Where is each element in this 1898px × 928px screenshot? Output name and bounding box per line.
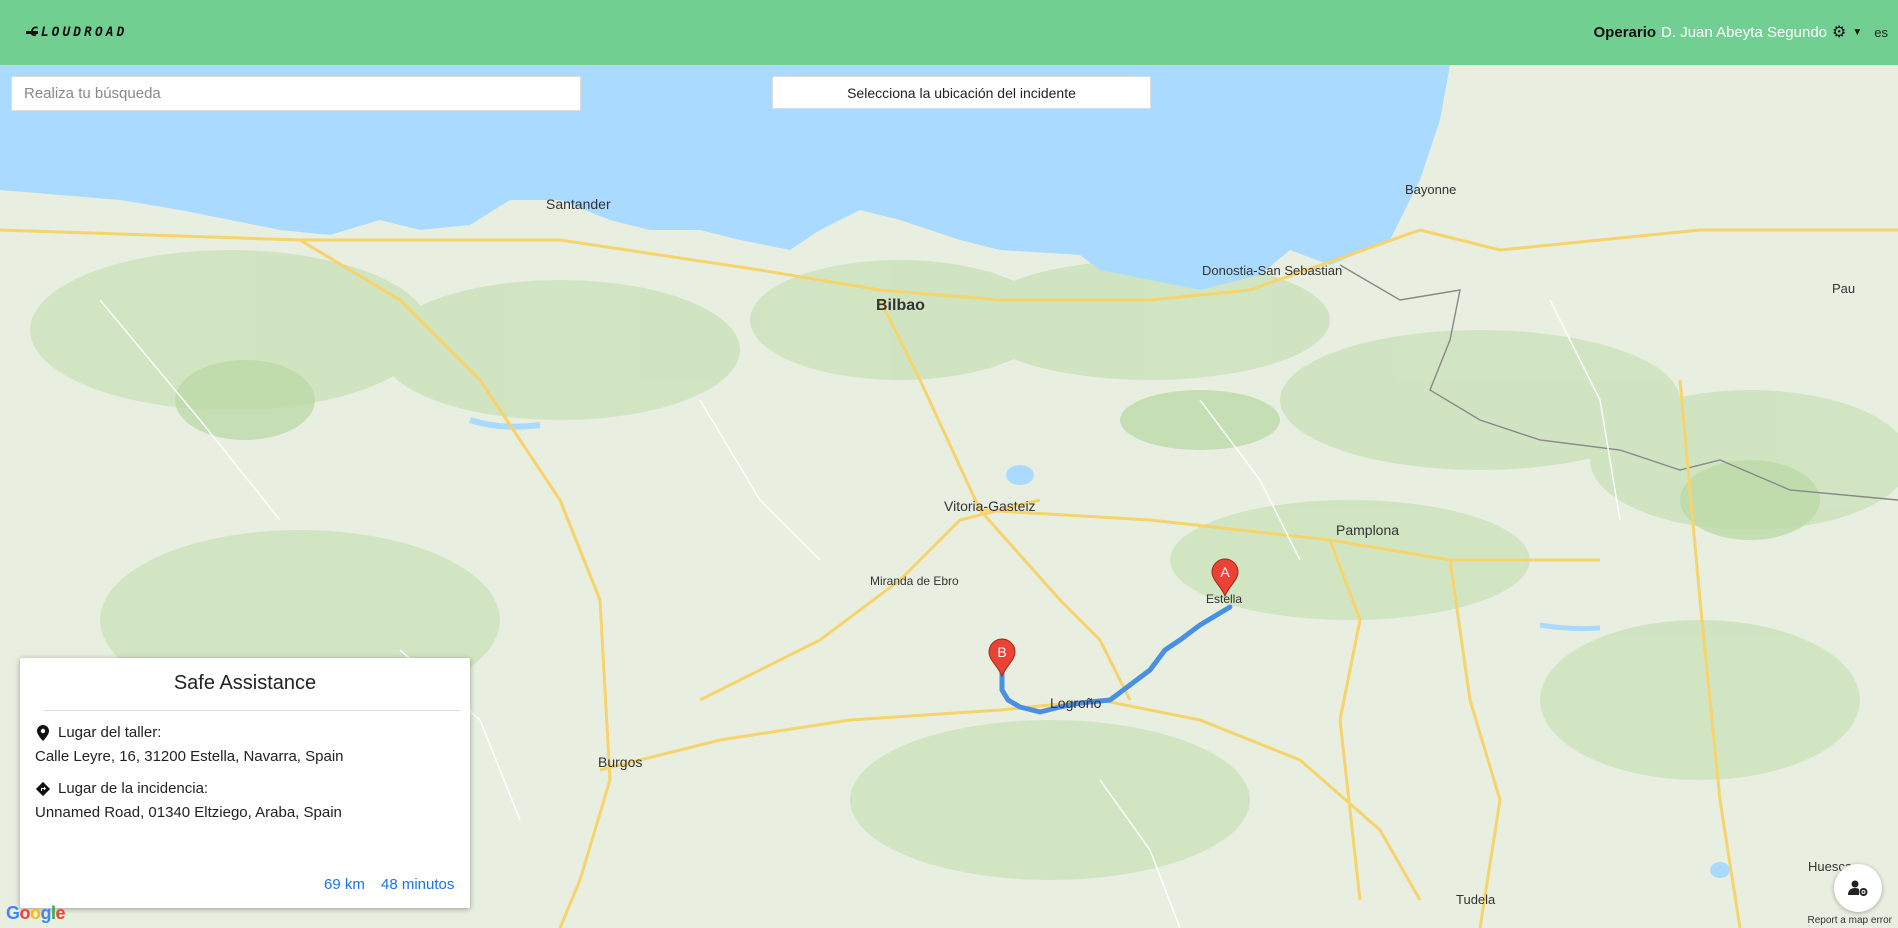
workshop-label-row: Lugar del taller:	[35, 724, 161, 741]
language-selector[interactable]: es	[1874, 25, 1888, 40]
city-label: Estella	[1206, 592, 1242, 606]
chevron-down-icon[interactable]: ▼	[1852, 27, 1862, 38]
google-logo[interactable]: Google	[6, 903, 66, 924]
city-label: Pau	[1832, 281, 1855, 296]
workshop-address: Calle Leyre, 16, 31200 Estella, Navarra,…	[35, 748, 344, 765]
cloudroad-logo[interactable]: CLOUDROAD	[26, 22, 128, 42]
city-label: Burgos	[598, 754, 642, 770]
city-label: Bilbao	[876, 297, 925, 314]
city-label: Santander	[546, 196, 611, 212]
city-label: Logroño	[1050, 695, 1102, 711]
route-distance: 69 km	[324, 876, 365, 893]
select-incident-location-button[interactable]: Selecciona la ubicación del incidente	[772, 76, 1151, 109]
incident-label: Lugar de la incidencia:	[58, 780, 209, 797]
directions-icon	[35, 781, 51, 797]
city-label: Donostia-San Sebastian	[1202, 263, 1342, 278]
city-label: Pamplona	[1336, 522, 1399, 538]
city-label: Vitoria-Gasteiz	[944, 498, 1036, 514]
top-bar: CLOUDROAD Operario D. Juan Abeyta Segund…	[0, 0, 1898, 65]
marker-b-label: B	[997, 644, 1006, 660]
map-pin-icon	[35, 724, 51, 741]
gear-icon[interactable]: ⚙	[1832, 22, 1846, 42]
user-role: Operario	[1593, 23, 1657, 41]
assistance-card: Safe Assistance Lugar del taller: Calle …	[20, 658, 470, 908]
workshop-label: Lugar del taller:	[58, 724, 162, 741]
report-map-error-link[interactable]: Report a map error	[1808, 915, 1892, 926]
user-settings-button[interactable]	[1834, 864, 1882, 912]
marker-a-label: A	[1220, 564, 1230, 580]
incident-address: Unnamed Road, 01340 Eltziego, Araba, Spa…	[35, 804, 342, 821]
incident-label-row: Lugar de la incidencia:	[35, 780, 208, 797]
route-duration: 48 minutos	[381, 876, 455, 893]
user-menu[interactable]: Operario D. Juan Abeyta Segundo ⚙ ▼ es	[1594, 22, 1898, 42]
user-cog-icon	[1848, 880, 1868, 896]
search-input[interactable]	[11, 76, 581, 111]
city-label: Tudela	[1456, 892, 1496, 907]
city-label: Bayonne	[1405, 182, 1456, 197]
city-label: Miranda de Ebro	[870, 574, 959, 588]
card-title: Safe Assistance	[173, 672, 317, 694]
card-divider	[44, 710, 460, 711]
user-name: D. Juan Abeyta Segundo	[1661, 23, 1828, 41]
logo-text: CLOUDROAD	[30, 24, 128, 40]
